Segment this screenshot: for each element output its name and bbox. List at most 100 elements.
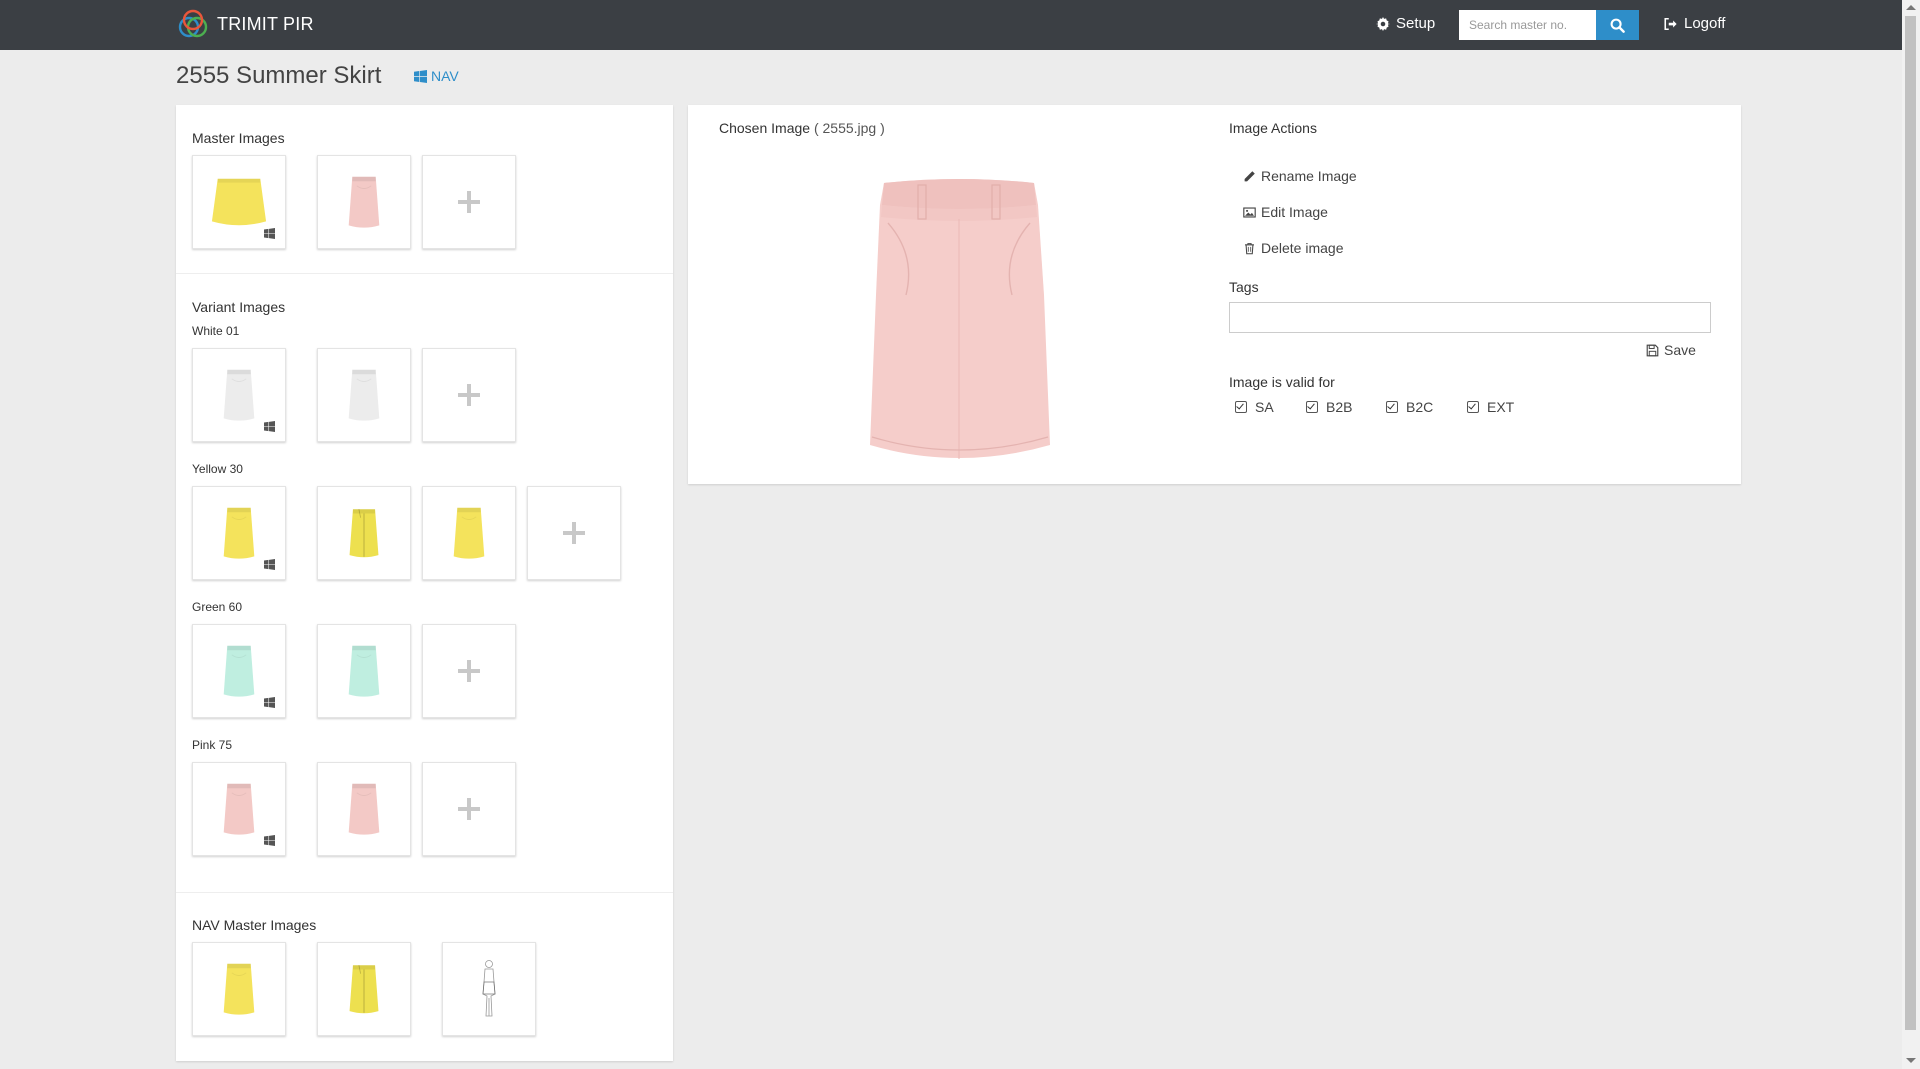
search-master-input[interactable] (1459, 10, 1596, 40)
technical-sketch-image (482, 960, 496, 1017)
skirt-image (346, 642, 382, 700)
logoff-label: Logoff (1684, 15, 1726, 32)
skirt-image (221, 504, 257, 562)
chosen-image-label: Chosen Image (719, 120, 811, 136)
variant-group-label: Green 60 (192, 600, 243, 614)
pencil-icon (1244, 170, 1255, 181)
skirt-image (221, 780, 257, 838)
windows-icon (264, 421, 275, 432)
divider (176, 892, 673, 893)
nav-master-images-title: NAV Master Images (192, 917, 317, 933)
variant-image-thumb[interactable] (317, 486, 411, 580)
brand-logo-icon (178, 9, 208, 38)
checkbox-checked-icon (1386, 401, 1398, 413)
page-scrollbar[interactable] (1902, 0, 1920, 1069)
image-list-panel: Master Images Variant Images White 01 Ye… (176, 105, 673, 1061)
gear-icon (1376, 16, 1390, 31)
add-variant-image-button[interactable] (422, 624, 516, 718)
edit-image-action[interactable]: Edit Image (1243, 204, 1328, 220)
plus-icon (458, 191, 480, 213)
tags-input[interactable] (1229, 302, 1711, 333)
search-button[interactable] (1596, 10, 1639, 40)
variant-image-thumb[interactable] (317, 348, 411, 442)
save-label: Save (1664, 342, 1696, 358)
checkbox-label: SA (1255, 399, 1274, 415)
scroll-down-arrow-icon[interactable] (1906, 1058, 1916, 1063)
skirt-image (346, 173, 382, 231)
scroll-thumb[interactable] (1905, 16, 1916, 1030)
variant-images-title: Variant Images (192, 299, 286, 315)
scroll-up-arrow-icon[interactable] (1906, 5, 1916, 10)
variant-image-thumb[interactable] (317, 624, 411, 718)
rename-image-action[interactable]: Rename Image (1243, 168, 1357, 184)
image-actions-title: Image Actions (1229, 120, 1317, 136)
nav-master-image-thumb[interactable] (442, 942, 536, 1036)
skirt-image (451, 504, 487, 562)
skirt-image (221, 960, 257, 1018)
nav-master-image-thumb[interactable] (192, 942, 286, 1036)
skirt-image (221, 366, 257, 424)
save-button[interactable]: Save (1646, 342, 1696, 358)
windows-icon (264, 559, 275, 570)
skirt-image (221, 642, 257, 700)
image-valid-for-label: Image is valid for (1229, 374, 1335, 390)
top-navbar: TRIMIT PIR Setup Logoff (0, 0, 1902, 50)
plus-icon (563, 522, 585, 544)
master-image-thumb[interactable] (192, 155, 286, 249)
delete-image-label: Delete image (1261, 240, 1344, 256)
add-master-image-button[interactable] (422, 155, 516, 249)
brand-name: TRIMIT PIR (217, 13, 314, 34)
windows-icon (264, 835, 275, 846)
trash-icon (1245, 242, 1254, 254)
setup-link[interactable]: Setup (1376, 15, 1435, 32)
sign-out-icon (1664, 17, 1677, 30)
windows-icon (414, 69, 427, 83)
page-title: 2555 Summer Skirt (176, 62, 382, 89)
variant-group-label: Pink 75 (192, 738, 233, 752)
logoff-link[interactable]: Logoff (1663, 15, 1725, 32)
chosen-image-preview (870, 179, 1050, 459)
divider (176, 273, 673, 274)
add-variant-image-button[interactable] (422, 762, 516, 856)
checkbox-checked-icon (1467, 401, 1479, 413)
chosen-image-heading: Chosen Image ( 2555.jpg ) (719, 120, 885, 136)
add-variant-image-button[interactable] (422, 348, 516, 442)
variant-image-thumb[interactable] (192, 348, 286, 442)
variant-group-label: White 01 (192, 324, 240, 338)
master-image-thumb[interactable] (317, 155, 411, 249)
rename-image-label: Rename Image (1261, 168, 1357, 184)
valid-for-checkbox-b2b[interactable]: B2B (1306, 399, 1352, 415)
variant-image-thumb[interactable] (192, 762, 286, 856)
variant-image-thumb[interactable] (192, 486, 286, 580)
nav-badge-link[interactable]: NAV (414, 68, 459, 84)
image-detail-panel: Chosen Image ( 2555.jpg ) Image Actions … (688, 105, 1741, 484)
image-icon (1243, 206, 1256, 218)
plus-icon (458, 660, 480, 682)
variant-image-thumb[interactable] (317, 762, 411, 856)
delete-image-action[interactable]: Delete image (1243, 240, 1344, 256)
valid-for-checkbox-sa[interactable]: SA (1235, 399, 1274, 415)
setup-label: Setup (1396, 15, 1436, 32)
variant-image-thumb[interactable] (192, 624, 286, 718)
search-icon (1610, 18, 1625, 33)
checkbox-label: EXT (1487, 399, 1515, 415)
windows-icon (264, 697, 275, 708)
chosen-image-filename: ( 2555.jpg ) (813, 120, 885, 136)
skirt-image (210, 173, 268, 231)
skirt-image (347, 504, 381, 562)
nav-badge-label: NAV (431, 68, 459, 84)
valid-for-checkbox-b2c[interactable]: B2C (1386, 399, 1433, 415)
skirt-image (346, 780, 382, 838)
floppy-disk-icon (1646, 344, 1659, 356)
plus-icon (458, 798, 480, 820)
master-images-title: Master Images (192, 130, 285, 146)
brand[interactable]: TRIMIT PIR (176, 8, 314, 40)
checkbox-label: B2B (1326, 399, 1353, 415)
checkbox-checked-icon (1235, 401, 1247, 413)
valid-for-checkbox-ext[interactable]: EXT (1467, 399, 1514, 415)
variant-image-thumb[interactable] (422, 486, 516, 580)
add-variant-image-button[interactable] (527, 486, 621, 580)
plus-icon (458, 384, 480, 406)
nav-master-image-thumb[interactable] (317, 942, 411, 1036)
edit-image-label: Edit Image (1261, 204, 1328, 220)
